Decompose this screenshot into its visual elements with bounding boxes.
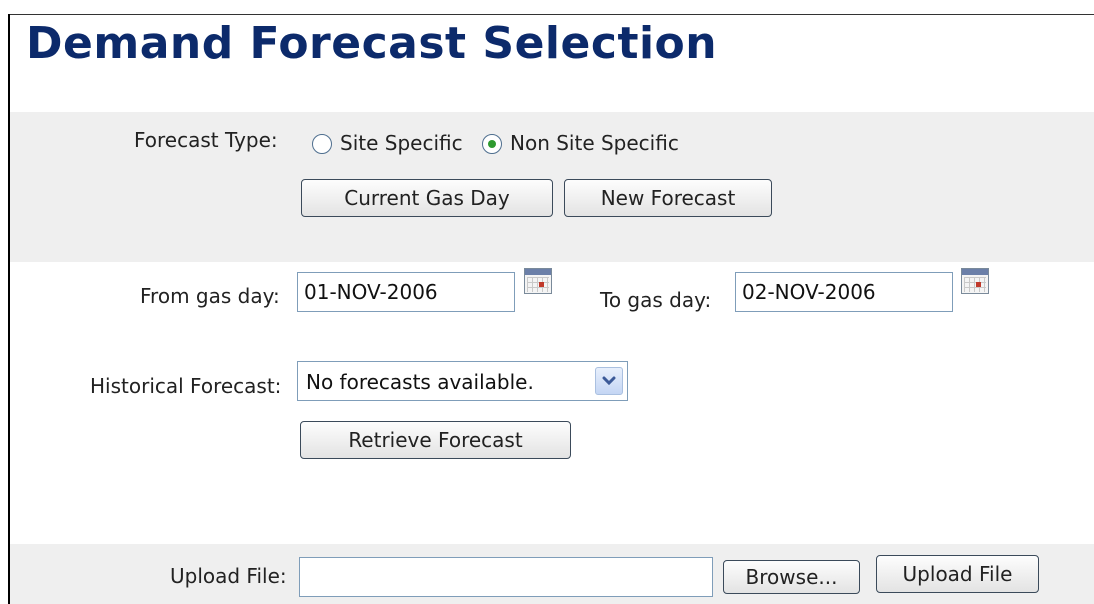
page-title: Demand Forecast Selection <box>26 18 718 69</box>
upload-file-label: Upload File: <box>170 564 287 588</box>
calendar-icon[interactable] <box>524 268 552 294</box>
calendar-icon[interactable] <box>961 268 989 294</box>
browse-button[interactable]: Browse... <box>723 560 860 594</box>
radio-selected-dot <box>488 140 496 148</box>
historical-forecast-value: No forecasts available. <box>306 370 534 394</box>
current-gas-day-button[interactable]: Current Gas Day <box>301 179 553 217</box>
upload-file-input[interactable] <box>299 557 713 597</box>
to-gas-day-label: To gas day: <box>600 288 712 312</box>
new-forecast-button[interactable]: New Forecast <box>564 179 772 217</box>
retrieve-forecast-button[interactable]: Retrieve Forecast <box>300 421 571 459</box>
forecast-type-label: Forecast Type: <box>134 128 278 152</box>
historical-forecast-select[interactable]: No forecasts available. <box>297 361 628 401</box>
chevron-down-icon[interactable] <box>595 367 623 395</box>
frame-left-border <box>8 14 10 604</box>
radio-non-site-specific[interactable] <box>482 134 502 154</box>
from-gas-day-label: From gas day: <box>140 284 280 308</box>
from-gas-day-input[interactable] <box>297 272 515 312</box>
upload-file-button[interactable]: Upload File <box>876 555 1039 593</box>
radio-non-site-specific-label[interactable]: Non Site Specific <box>510 131 679 155</box>
radio-site-specific-label[interactable]: Site Specific <box>340 131 463 155</box>
historical-forecast-label: Historical Forecast: <box>90 374 282 398</box>
frame-top-border <box>8 14 1094 15</box>
radio-site-specific[interactable] <box>312 134 332 154</box>
to-gas-day-input[interactable] <box>735 272 953 312</box>
